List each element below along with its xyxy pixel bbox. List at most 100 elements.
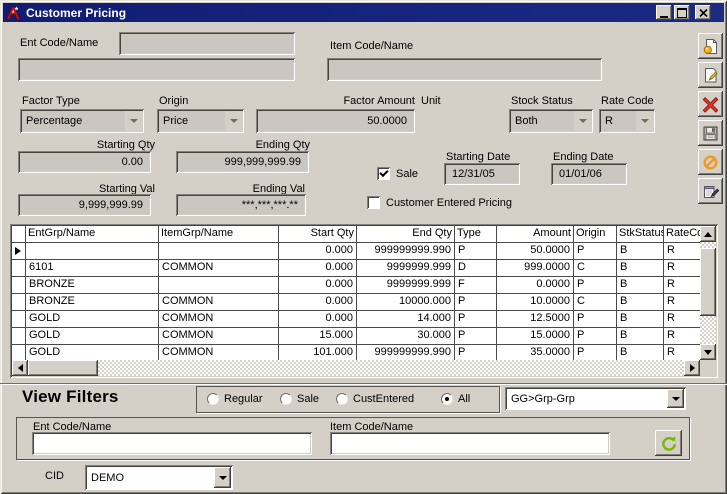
table-cell[interactable]: R xyxy=(664,294,700,310)
item-code-input[interactable] xyxy=(327,58,602,81)
table-cell[interactable]: 0.000 xyxy=(279,260,357,276)
table-cell[interactable]: P xyxy=(455,243,497,259)
title-bar[interactable]: Customer Pricing xyxy=(3,3,724,22)
pricing-grid[interactable]: EntGrp/NameItemGrp/NameStart QtyEnd QtyT… xyxy=(10,224,718,378)
column-header-stkstatus[interactable]: StkStatus xyxy=(617,226,664,242)
table-cell[interactable]: GOLD xyxy=(26,328,159,344)
row-selector[interactable] xyxy=(12,328,26,344)
table-cell[interactable]: 999999999.990 xyxy=(357,243,455,259)
table-row[interactable]: BRONZE0.0009999999.999F0.0000PBR xyxy=(12,277,700,294)
table-row[interactable]: BRONZECOMMON0.00010000.000P10.0000CBR xyxy=(12,294,700,311)
radio-regular[interactable]: Regular xyxy=(207,393,263,405)
row-selector[interactable] xyxy=(12,294,26,310)
table-cell[interactable]: F xyxy=(455,277,497,293)
table-cell[interactable]: 101.000 xyxy=(279,345,357,360)
table-cell[interactable]: 50.0000 xyxy=(497,243,574,259)
table-cell[interactable]: 14.000 xyxy=(357,311,455,327)
table-cell[interactable]: P xyxy=(455,294,497,310)
table-cell[interactable]: 999.0000 xyxy=(497,260,574,276)
table-row[interactable]: 6101COMMON0.0009999999.999D999.0000CBR xyxy=(12,260,700,277)
table-cell[interactable]: 12.5000 xyxy=(497,311,574,327)
scroll-left-button[interactable] xyxy=(12,360,28,376)
table-cell[interactable]: COMMON xyxy=(159,294,279,310)
notes-button[interactable] xyxy=(698,178,723,204)
table-cell[interactable]: C xyxy=(574,294,617,310)
vertical-scrollbar[interactable] xyxy=(700,226,716,360)
column-header-origin[interactable]: Origin xyxy=(574,226,617,242)
column-header-type[interactable]: Type xyxy=(455,226,497,242)
save-button[interactable] xyxy=(698,120,723,146)
scroll-up-button[interactable] xyxy=(700,226,716,242)
radio-custentered[interactable]: CustEntered xyxy=(336,393,414,405)
table-cell[interactable]: P xyxy=(455,311,497,327)
table-cell[interactable]: P xyxy=(574,311,617,327)
table-cell[interactable]: B xyxy=(617,277,664,293)
table-cell[interactable] xyxy=(26,243,159,259)
ent-code-input[interactable] xyxy=(119,32,295,55)
table-cell[interactable]: BRONZE xyxy=(26,294,159,310)
table-cell[interactable]: P xyxy=(574,345,617,360)
cid-select[interactable]: DEMO xyxy=(85,465,233,490)
table-cell[interactable]: 10000.000 xyxy=(357,294,455,310)
table-cell[interactable]: 6101 xyxy=(26,260,159,276)
column-header-amount[interactable]: Amount xyxy=(497,226,574,242)
table-cell[interactable] xyxy=(159,243,279,259)
table-row[interactable]: 0.000999999999.990P50.0000PBR xyxy=(12,243,700,260)
scroll-down-button[interactable] xyxy=(700,344,716,360)
table-row[interactable]: GOLDCOMMON0.00014.000P12.5000PBR xyxy=(12,311,700,328)
close-button[interactable] xyxy=(695,5,711,20)
filter-ent-code-input[interactable] xyxy=(32,432,312,455)
chevron-down-icon[interactable] xyxy=(214,467,231,488)
column-header-end-qty[interactable]: End Qty xyxy=(357,226,455,242)
row-selector[interactable] xyxy=(12,243,26,259)
vertical-scroll-thumb[interactable] xyxy=(700,248,716,316)
table-cell[interactable]: R xyxy=(664,345,700,360)
row-selector[interactable] xyxy=(12,260,26,276)
table-cell[interactable]: COMMON xyxy=(159,328,279,344)
scroll-right-button[interactable] xyxy=(684,360,700,376)
table-cell[interactable]: 0.000 xyxy=(279,311,357,327)
table-cell[interactable]: 30.000 xyxy=(357,328,455,344)
table-cell[interactable]: 15.000 xyxy=(279,328,357,344)
table-cell[interactable]: R xyxy=(664,277,700,293)
edit-record-button[interactable] xyxy=(698,62,723,88)
row-selector[interactable] xyxy=(12,345,26,360)
table-cell[interactable]: R xyxy=(664,243,700,259)
table-cell[interactable]: 0.000 xyxy=(279,277,357,293)
table-cell[interactable]: GOLD xyxy=(26,345,159,360)
table-cell[interactable]: GOLD xyxy=(26,311,159,327)
table-cell[interactable]: B xyxy=(617,328,664,344)
new-record-button[interactable] xyxy=(698,33,723,59)
table-cell[interactable]: B xyxy=(617,345,664,360)
table-cell[interactable]: P xyxy=(574,328,617,344)
radio-all[interactable]: All xyxy=(441,393,470,405)
column-header-rateco[interactable]: RateCo xyxy=(664,226,700,242)
table-cell[interactable]: 35.0000 xyxy=(497,345,574,360)
table-cell[interactable]: 0.000 xyxy=(279,243,357,259)
table-cell[interactable]: C xyxy=(574,260,617,276)
sale-checkbox[interactable] xyxy=(377,167,390,180)
table-cell[interactable]: COMMON xyxy=(159,260,279,276)
column-header-start-qty[interactable]: Start Qty xyxy=(279,226,357,242)
cancel-button[interactable] xyxy=(698,149,723,175)
row-selector[interactable] xyxy=(12,277,26,293)
table-cell[interactable]: B xyxy=(617,311,664,327)
stock-status-select[interactable]: Both xyxy=(509,109,593,133)
maximize-button[interactable] xyxy=(674,5,690,20)
column-header-itemgrp-name[interactable]: ItemGrp/Name xyxy=(159,226,279,242)
table-cell[interactable]: 0.000 xyxy=(279,294,357,310)
origin-select[interactable]: Price xyxy=(157,109,244,133)
table-cell[interactable]: B xyxy=(617,260,664,276)
table-cell[interactable]: COMMON xyxy=(159,311,279,327)
table-cell[interactable]: 10.0000 xyxy=(497,294,574,310)
table-cell[interactable]: 9999999.999 xyxy=(357,277,455,293)
table-cell[interactable]: 9999999.999 xyxy=(357,260,455,276)
table-cell[interactable]: P xyxy=(574,277,617,293)
chevron-down-icon[interactable] xyxy=(574,111,591,131)
table-cell[interactable]: R xyxy=(664,328,700,344)
delete-record-button[interactable] xyxy=(698,91,723,117)
table-cell[interactable] xyxy=(159,277,279,293)
table-cell[interactable]: P xyxy=(455,328,497,344)
table-cell[interactable]: P xyxy=(574,243,617,259)
chevron-down-icon[interactable] xyxy=(125,111,142,131)
